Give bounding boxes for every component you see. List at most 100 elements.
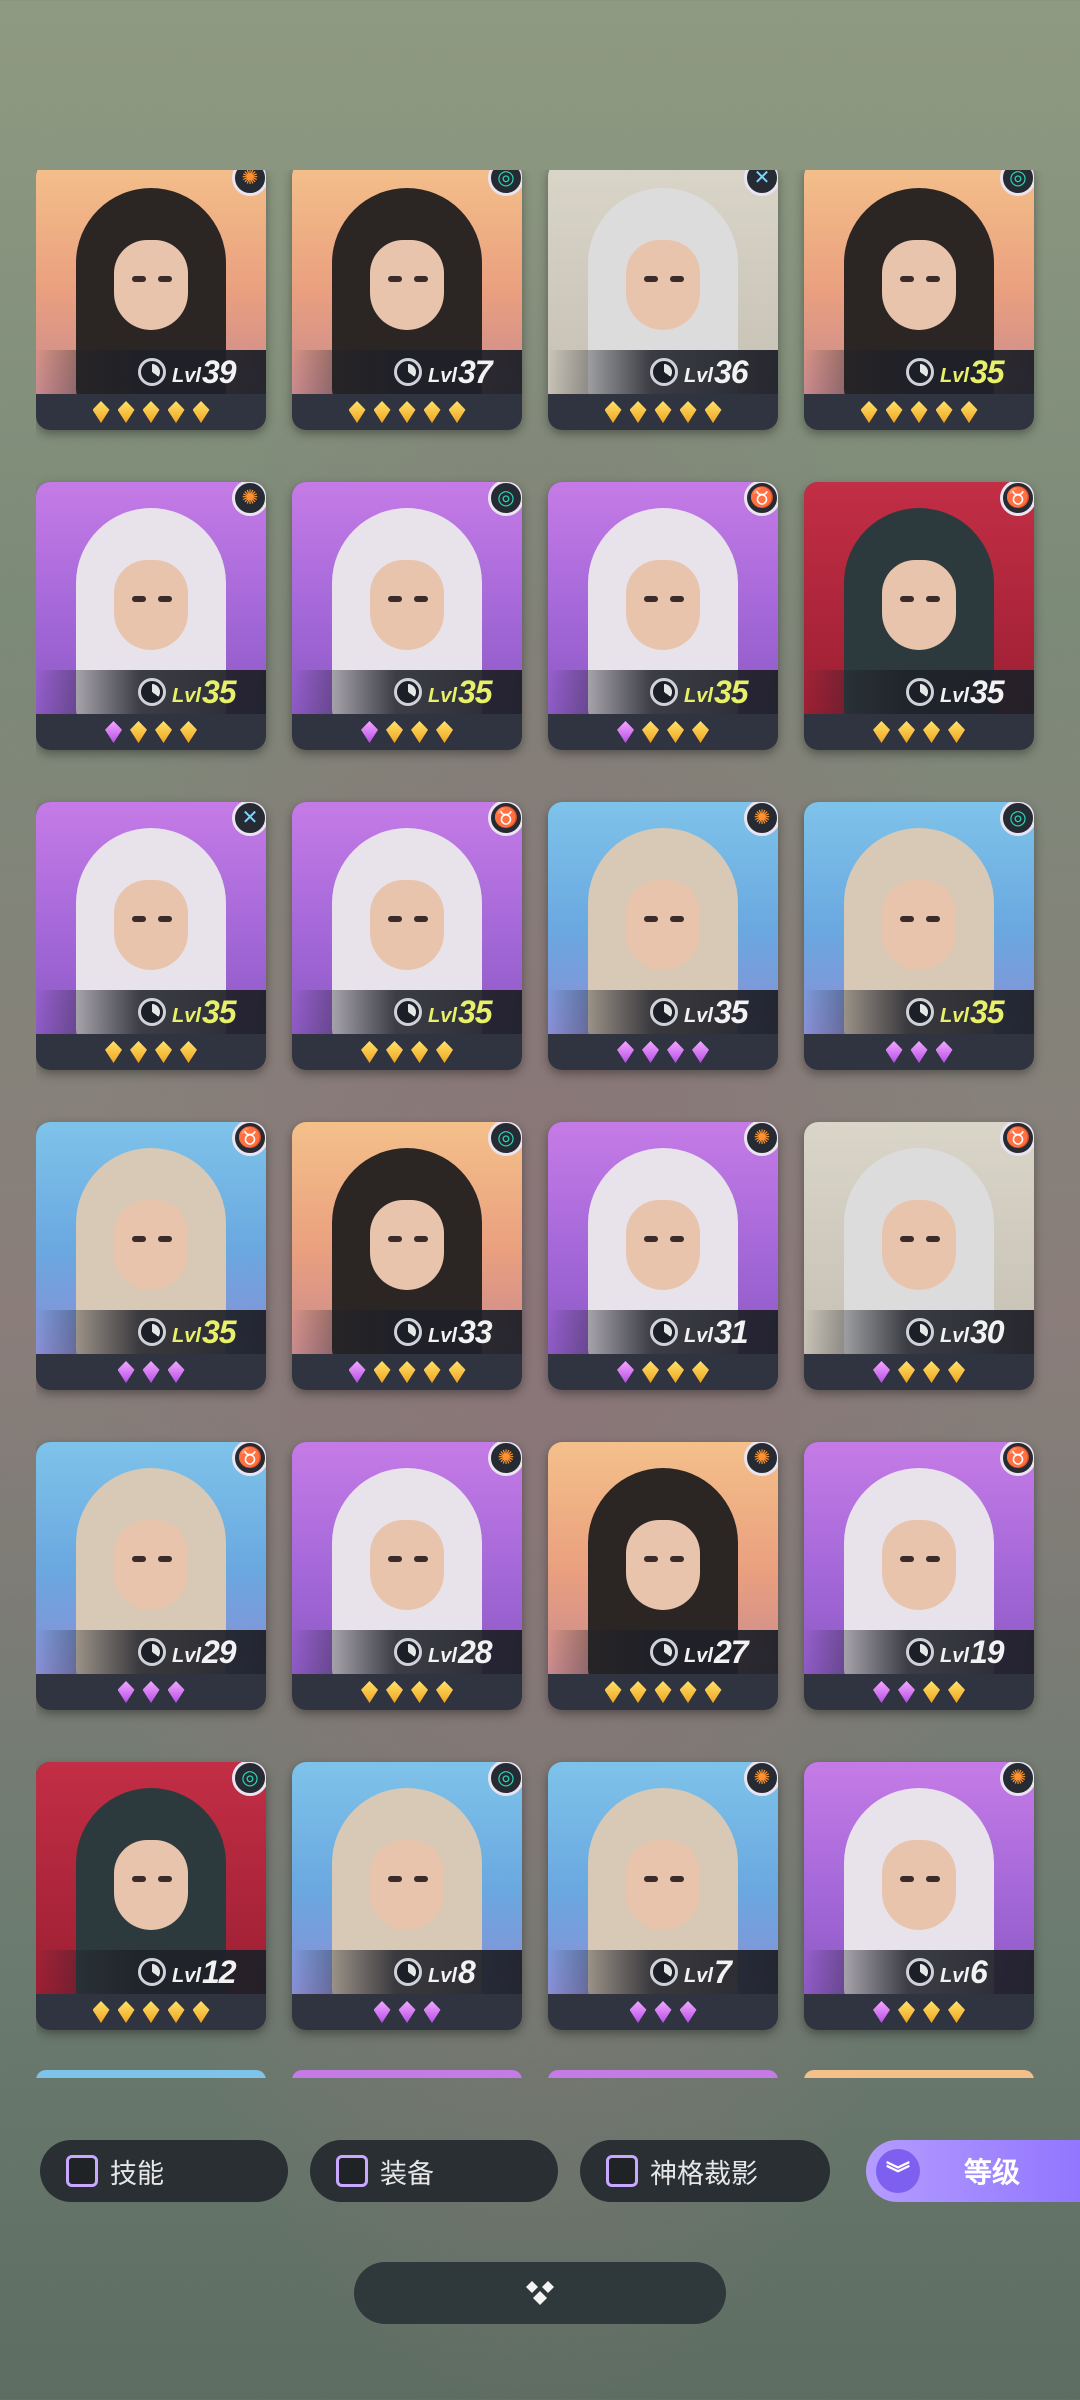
hero-card[interactable]: Lvl 7 ✺ bbox=[548, 1762, 778, 2030]
filter-skills[interactable]: 技能 bbox=[40, 2140, 288, 2202]
purple-gem-icon bbox=[348, 1361, 366, 1383]
star-rating bbox=[292, 1034, 522, 1070]
hero-card[interactable]: Lvl 37 ◎ bbox=[292, 170, 522, 430]
sun-icon: ✺ bbox=[488, 1442, 522, 1476]
gold-gem-icon bbox=[948, 2001, 965, 2023]
skills-checkbox[interactable] bbox=[66, 2155, 98, 2187]
hero-card[interactable]: Lvl 12 ◎ bbox=[36, 1762, 266, 2030]
swirl-icon: ◎ bbox=[1000, 802, 1034, 836]
hero-card[interactable]: Lvl 35 ◎ bbox=[804, 802, 1034, 1070]
hero-card-partial[interactable] bbox=[548, 2070, 778, 2078]
level-prefix: Lvl bbox=[684, 1645, 713, 1667]
hero-card[interactable]: Lvl 39 ✺ bbox=[36, 170, 266, 430]
hero-level: 35 bbox=[970, 994, 1005, 1030]
level-prefix: Lvl bbox=[940, 1005, 969, 1027]
sun-icon: ✺ bbox=[232, 482, 266, 516]
gold-gem-icon bbox=[130, 1041, 147, 1063]
swirl-icon: ◎ bbox=[488, 482, 522, 516]
hero-level: 28 bbox=[458, 1634, 493, 1670]
gold-gem-icon bbox=[923, 2001, 940, 2023]
gold-gem-icon bbox=[948, 1361, 965, 1383]
purple-gem-icon bbox=[679, 2001, 697, 2023]
hero-level: 35 bbox=[970, 674, 1005, 710]
hero-card[interactable]: Lvl 35 ◎ bbox=[804, 170, 1034, 430]
gold-gem-icon bbox=[448, 401, 466, 423]
level-progress-icon bbox=[138, 358, 166, 386]
hero-card[interactable]: Lvl 19 ♉ bbox=[804, 1442, 1034, 1710]
hero-card-partial[interactable] bbox=[292, 2070, 522, 2078]
hero-card-partial[interactable] bbox=[804, 2070, 1034, 2078]
chevrons-down-icon: ︾ bbox=[876, 2149, 920, 2193]
hero-card[interactable]: Lvl 31 ✺ bbox=[548, 1122, 778, 1390]
filter-divinity[interactable]: 神格裁影 bbox=[580, 2140, 830, 2202]
gold-gem-icon bbox=[436, 1681, 453, 1703]
hero-card[interactable]: Lvl 33 ◎ bbox=[292, 1122, 522, 1390]
hero-card[interactable]: Lvl 35 ◎ bbox=[292, 482, 522, 750]
gold-gem-icon bbox=[448, 1361, 466, 1383]
level-progress-icon bbox=[394, 1638, 422, 1666]
star-rating bbox=[548, 1034, 778, 1070]
gold-gem-icon bbox=[361, 1681, 378, 1703]
gold-gem-icon bbox=[898, 721, 915, 743]
sun-icon: ✺ bbox=[744, 1762, 778, 1796]
purple-gem-icon bbox=[361, 721, 378, 743]
gold-gem-icon bbox=[373, 1361, 391, 1383]
purple-gem-icon bbox=[898, 1681, 915, 1703]
gold-gem-icon bbox=[629, 1681, 647, 1703]
purple-gem-icon bbox=[142, 1681, 160, 1703]
hero-card[interactable]: Lvl 8 ◎ bbox=[292, 1762, 522, 2030]
hero-card[interactable]: Lvl 29 ♉ bbox=[36, 1442, 266, 1710]
hero-card[interactable]: Lvl 6 ✺ bbox=[804, 1762, 1034, 2030]
hero-level: 39 bbox=[202, 354, 237, 390]
gold-gem-icon bbox=[92, 401, 110, 423]
equipment-checkbox[interactable] bbox=[336, 2155, 368, 2187]
hero-card[interactable]: Lvl 35 ♉ bbox=[292, 802, 522, 1070]
hero-card-partial[interactable] bbox=[36, 2070, 266, 2078]
gold-gem-icon bbox=[873, 721, 890, 743]
star-rating bbox=[292, 1354, 522, 1390]
hero-level: 30 bbox=[970, 1314, 1005, 1350]
level-prefix: Lvl bbox=[428, 365, 457, 387]
star-rating bbox=[292, 1674, 522, 1710]
hero-card[interactable]: Lvl 35 ♉ bbox=[804, 482, 1034, 750]
sort-by-level-button[interactable]: ︾ 等级 bbox=[866, 2140, 1080, 2202]
level-prefix: Lvl bbox=[684, 1005, 713, 1027]
hero-level: 35 bbox=[714, 674, 749, 710]
level-prefix: Lvl bbox=[428, 1325, 457, 1347]
hero-card[interactable]: Lvl 35 ♉ bbox=[548, 482, 778, 750]
star-rating bbox=[36, 1674, 266, 1710]
gold-gem-icon bbox=[923, 1361, 940, 1383]
hero-card[interactable]: Lvl 35 ♉ bbox=[36, 1122, 266, 1390]
expand-button[interactable] bbox=[354, 2262, 726, 2324]
gold-gem-icon bbox=[436, 721, 453, 743]
purple-gem-icon bbox=[398, 2001, 416, 2023]
level-prefix: Lvl bbox=[940, 1645, 969, 1667]
hero-card[interactable]: Lvl 35 ✺ bbox=[548, 802, 778, 1070]
gold-gem-icon bbox=[898, 1361, 915, 1383]
star-rating bbox=[548, 1994, 778, 2030]
star-rating bbox=[804, 1994, 1034, 2030]
diamond-cluster-icon bbox=[526, 2281, 554, 2305]
horns-icon: ♉ bbox=[1000, 1122, 1034, 1156]
divinity-checkbox[interactable] bbox=[606, 2155, 638, 2187]
filter-equipment[interactable]: 装备 bbox=[310, 2140, 558, 2202]
hero-card[interactable]: Lvl 28 ✺ bbox=[292, 1442, 522, 1710]
purple-gem-icon bbox=[617, 1041, 634, 1063]
hero-card[interactable]: Lvl 30 ♉ bbox=[804, 1122, 1034, 1390]
hero-card[interactable]: Lvl 27 ✺ bbox=[548, 1442, 778, 1710]
gold-gem-icon bbox=[155, 1041, 172, 1063]
hero-card[interactable]: Lvl 36 ✕ bbox=[548, 170, 778, 430]
purple-gem-icon bbox=[167, 1361, 185, 1383]
swirl-icon: ◎ bbox=[232, 1762, 266, 1796]
purple-gem-icon bbox=[692, 1041, 709, 1063]
hero-card[interactable]: Lvl 35 ✕ bbox=[36, 802, 266, 1070]
star-rating bbox=[36, 1354, 266, 1390]
gold-gem-icon bbox=[180, 1041, 197, 1063]
hero-level: 35 bbox=[714, 994, 749, 1030]
hero-level: 37 bbox=[458, 354, 493, 390]
level-prefix: Lvl bbox=[172, 365, 201, 387]
gold-gem-icon bbox=[386, 1041, 403, 1063]
gold-gem-icon bbox=[679, 401, 697, 423]
purple-gem-icon bbox=[117, 1681, 135, 1703]
hero-card[interactable]: Lvl 35 ✺ bbox=[36, 482, 266, 750]
